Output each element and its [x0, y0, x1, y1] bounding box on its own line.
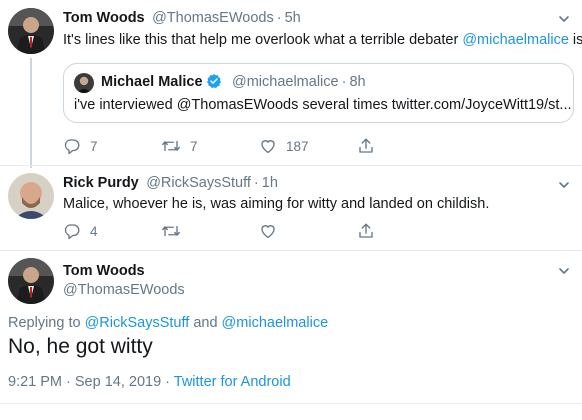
author-name[interactable]: Rick Purdy [63, 175, 139, 191]
tweet-text: It's lines like this that help me overlo… [63, 30, 582, 50]
replying-to-label: and [189, 315, 222, 331]
tweet-time[interactable]: 1h [262, 175, 278, 191]
tweet-3-focused: Tom Woods @ThomasEWoods Replying to @Ric… [0, 251, 582, 420]
retweet-button[interactable] [161, 222, 259, 240]
quoted-author-handle: @michaelmalice [232, 74, 339, 90]
author-name[interactable]: Tom Woods [63, 263, 145, 279]
chevron-down-icon[interactable] [558, 179, 570, 191]
author-handle[interactable]: @RickSaysStuff [146, 175, 251, 191]
avatar-tom-woods[interactable] [8, 8, 54, 54]
like-icon [261, 140, 275, 154]
quoted-tweet-time: 8h [349, 74, 366, 90]
tweet-time[interactable]: 5h [285, 10, 301, 26]
retweet-icon [162, 225, 180, 237]
mention-link[interactable]: @michaelmalice [222, 315, 329, 331]
reply-button[interactable]: 4 [63, 222, 161, 240]
tweet-actions: 4 [63, 222, 455, 240]
avatar-michael-malice [74, 73, 94, 93]
chevron-down-icon[interactable] [558, 265, 570, 277]
thread-line [30, 58, 32, 168]
avatar-tom-woods[interactable] [8, 258, 54, 304]
like-button[interactable]: 187 [259, 137, 357, 155]
tweet-2[interactable]: Rick Purdy @RickSaysStuff · 1h Malice, who… [0, 166, 582, 250]
reply-icon [64, 139, 80, 155]
separator-dot: · [276, 10, 282, 26]
reply-icon [64, 224, 80, 240]
tweet-actions: 7 7 187 [63, 137, 455, 155]
chevron-down-icon[interactable] [558, 13, 570, 25]
retweet-button[interactable]: 7 [161, 137, 259, 155]
author-name[interactable]: Tom Woods [63, 10, 145, 26]
quoted-author-name: Michael Malice [101, 74, 203, 90]
retweet-count: 7 [190, 138, 198, 154]
share-icon [359, 223, 373, 238]
avatar-rick-purdy[interactable] [8, 173, 54, 219]
replying-to: Replying to @RickSaysStuff and @michaelm… [8, 315, 328, 331]
mention-link[interactable]: @michaelmalice [462, 32, 569, 48]
tweet-timestamp: 9:21 PM · Sep 14, 2019 · Twitter for And… [8, 374, 291, 390]
replying-to-label: Replying to [8, 315, 85, 331]
author-handle[interactable]: @ThomasEWoods [152, 10, 274, 26]
tweet-text-part: is [568, 32, 582, 48]
divider [0, 403, 582, 404]
reply-button[interactable]: 7 [63, 137, 161, 155]
like-icon [261, 225, 275, 239]
tweet-text: No, he got witty [8, 335, 153, 358]
share-button[interactable] [357, 222, 455, 240]
reply-count: 7 [90, 138, 98, 154]
separator-dot: · [253, 175, 259, 191]
like-button[interactable] [259, 222, 357, 240]
source-link[interactable]: Twitter for Android [174, 374, 291, 390]
mention-link[interactable]: @RickSaysStuff [85, 315, 190, 331]
reply-count: 4 [90, 223, 98, 239]
tweet-1[interactable]: Tom Woods @ThomasEWoods · 5h It's lines li… [0, 0, 582, 168]
tweet-text: Malice, whoever he is, was aiming for wi… [63, 196, 490, 212]
separator-dot: · [341, 74, 347, 90]
author-handle[interactable]: @ThomasEWoods [63, 282, 185, 298]
share-button[interactable] [357, 137, 455, 155]
quoted-tweet[interactable]: Michael Malice @michaelmalice · 8h i've in… [63, 63, 574, 123]
verified-icon [206, 74, 221, 89]
like-count: 187 [286, 138, 309, 154]
timestamp-text[interactable]: 9:21 PM · Sep 14, 2019 · [8, 374, 174, 390]
retweet-icon [162, 140, 180, 152]
share-icon [359, 138, 373, 153]
quoted-tweet-text: i've interviewed @ThomasEWoods several t… [74, 97, 572, 113]
tweet-text-part: It's lines like this that help me overlo… [63, 32, 463, 48]
